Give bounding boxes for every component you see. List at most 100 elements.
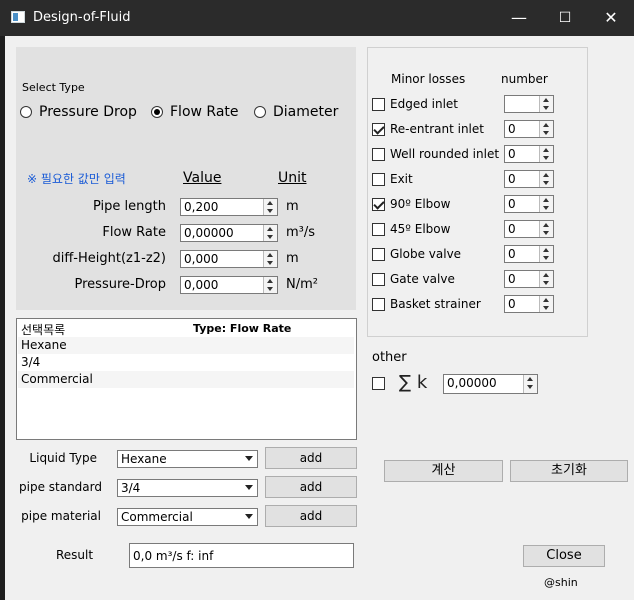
flow-rate-unit: m³/s: [286, 225, 316, 240]
chevron-down-icon: [245, 485, 253, 490]
window-title: Design-of-Fluid: [33, 10, 131, 25]
field-value: 0: [508, 197, 516, 211]
spinner-arrows[interactable]: [263, 277, 277, 293]
close-window-button[interactable]: ✕: [588, 0, 634, 36]
pressure-drop-unit: N/m²: [286, 277, 318, 292]
add-liquid-button[interactable]: add: [265, 447, 357, 469]
minor-loss-count-input[interactable]: 0: [504, 295, 554, 313]
button-label: 계산: [431, 463, 456, 478]
radio-label: Diameter: [273, 104, 339, 120]
spinner-arrows[interactable]: [263, 251, 277, 267]
chevron-down-icon: [245, 514, 253, 519]
minimize-icon: —: [511, 8, 527, 27]
result-value: 0,0 m³/s f: inf: [133, 549, 214, 563]
liquid-type-label: Liquid Type: [29, 451, 97, 465]
list-item-text: Hexane: [21, 338, 67, 352]
pressure-drop-input[interactable]: 0,000: [180, 276, 278, 294]
field-value: 0,00000: [184, 226, 234, 240]
arrow-up-icon: [267, 227, 273, 231]
pressure-drop-label: Pressure-Drop: [74, 277, 166, 292]
unit-header: Unit: [278, 170, 307, 186]
button-label: add: [299, 480, 323, 494]
arrow-down-icon: [267, 261, 273, 265]
minor-loss-count-input[interactable]: 0: [504, 220, 554, 238]
minor-loss-count-input[interactable]: 0: [504, 120, 554, 138]
spinner-arrows[interactable]: [523, 375, 537, 393]
diff-height-label: diff-Height(z1-z2): [52, 251, 166, 266]
list-header-left: 선택목록: [21, 323, 66, 337]
flow-rate-input[interactable]: 0,00000: [180, 224, 278, 242]
spinner-arrows[interactable]: [263, 225, 277, 241]
minor-loss-count-input[interactable]: [504, 95, 554, 113]
arrow-up-icon: [543, 248, 549, 252]
minor-loss-checkbox[interactable]: [372, 173, 385, 186]
minimize-button[interactable]: —: [496, 0, 542, 36]
list-item[interactable]: 3/4: [18, 354, 354, 371]
radio-circle[interactable]: [20, 106, 32, 118]
radio-circle-selected[interactable]: [151, 106, 163, 118]
spinner-arrows[interactable]: [539, 271, 553, 287]
spinner-arrows[interactable]: [539, 246, 553, 262]
pipe-length-unit: m: [286, 199, 299, 214]
spinner-arrows[interactable]: [263, 199, 277, 215]
value-header: Value: [183, 170, 222, 186]
spinner-arrows[interactable]: [539, 96, 553, 112]
arrow-down-icon: [543, 131, 549, 135]
minor-loss-checkbox[interactable]: [372, 273, 385, 286]
minor-loss-checkbox[interactable]: [372, 298, 385, 311]
minor-loss-label: Basket strainer: [390, 297, 481, 311]
minor-loss-count-input[interactable]: 0: [504, 270, 554, 288]
minor-loss-count-input[interactable]: 0: [504, 145, 554, 163]
minor-loss-checkbox[interactable]: [372, 223, 385, 236]
minor-loss-count-input[interactable]: 0: [504, 245, 554, 263]
arrow-down-icon: [267, 287, 273, 291]
liquid-type-select[interactable]: Hexane: [117, 450, 258, 468]
minor-loss-count-input[interactable]: 0: [504, 170, 554, 188]
field-value: 0: [508, 272, 516, 286]
list-item[interactable]: Commercial: [18, 371, 354, 388]
minor-losses-panel: [367, 47, 588, 337]
maximize-button[interactable]: ☐: [542, 0, 588, 36]
calculate-button[interactable]: 계산: [384, 460, 503, 482]
other-k-input[interactable]: 0,00000: [443, 374, 538, 394]
minor-loss-checkbox[interactable]: [372, 198, 385, 211]
app-icon: [11, 11, 25, 23]
reset-button[interactable]: 초기화: [510, 460, 628, 482]
sum-k-symbol: ∑ k: [399, 372, 428, 393]
arrow-up-icon: [267, 253, 273, 257]
flow-rate-label: Flow Rate: [102, 225, 166, 240]
arrow-down-icon: [543, 281, 549, 285]
button-label: add: [299, 509, 323, 523]
field-value: 0: [508, 247, 516, 261]
minor-loss-checkbox[interactable]: [372, 148, 385, 161]
radio-circle[interactable]: [254, 106, 266, 118]
spinner-arrows[interactable]: [539, 196, 553, 212]
add-material-button[interactable]: add: [265, 505, 357, 527]
arrow-up-icon: [527, 377, 533, 381]
other-checkbox[interactable]: [372, 377, 385, 390]
result-field[interactable]: 0,0 m³/s f: inf: [129, 543, 354, 568]
pipe-material-select[interactable]: Commercial: [117, 508, 258, 526]
pipe-length-input[interactable]: 0,200: [180, 198, 278, 216]
minor-loss-label: Globe valve: [390, 247, 462, 261]
credit-text: @shin: [544, 576, 578, 589]
arrow-down-icon: [543, 156, 549, 160]
minor-loss-checkbox[interactable]: [372, 123, 385, 136]
minor-loss-checkbox[interactable]: [372, 248, 385, 261]
selection-listbox[interactable]: 선택목록 Type: Flow Rate Hexane 3/4 Commerci…: [16, 318, 357, 440]
spinner-arrows[interactable]: [539, 171, 553, 187]
list-item[interactable]: Hexane: [18, 337, 354, 354]
add-standard-button[interactable]: add: [265, 476, 357, 498]
result-label: Result: [56, 548, 94, 562]
combo-value: Commercial: [121, 510, 193, 524]
spinner-arrows[interactable]: [539, 146, 553, 162]
diff-height-input[interactable]: 0,000: [180, 250, 278, 268]
minor-loss-checkbox[interactable]: [372, 98, 385, 111]
close-button[interactable]: Close: [523, 545, 605, 567]
spinner-arrows[interactable]: [539, 221, 553, 237]
minor-loss-count-input[interactable]: 0: [504, 195, 554, 213]
pipe-standard-select[interactable]: 3/4: [117, 479, 258, 497]
spinner-arrows[interactable]: [539, 296, 553, 312]
spinner-arrows[interactable]: [539, 121, 553, 137]
field-value: 0: [508, 297, 516, 311]
